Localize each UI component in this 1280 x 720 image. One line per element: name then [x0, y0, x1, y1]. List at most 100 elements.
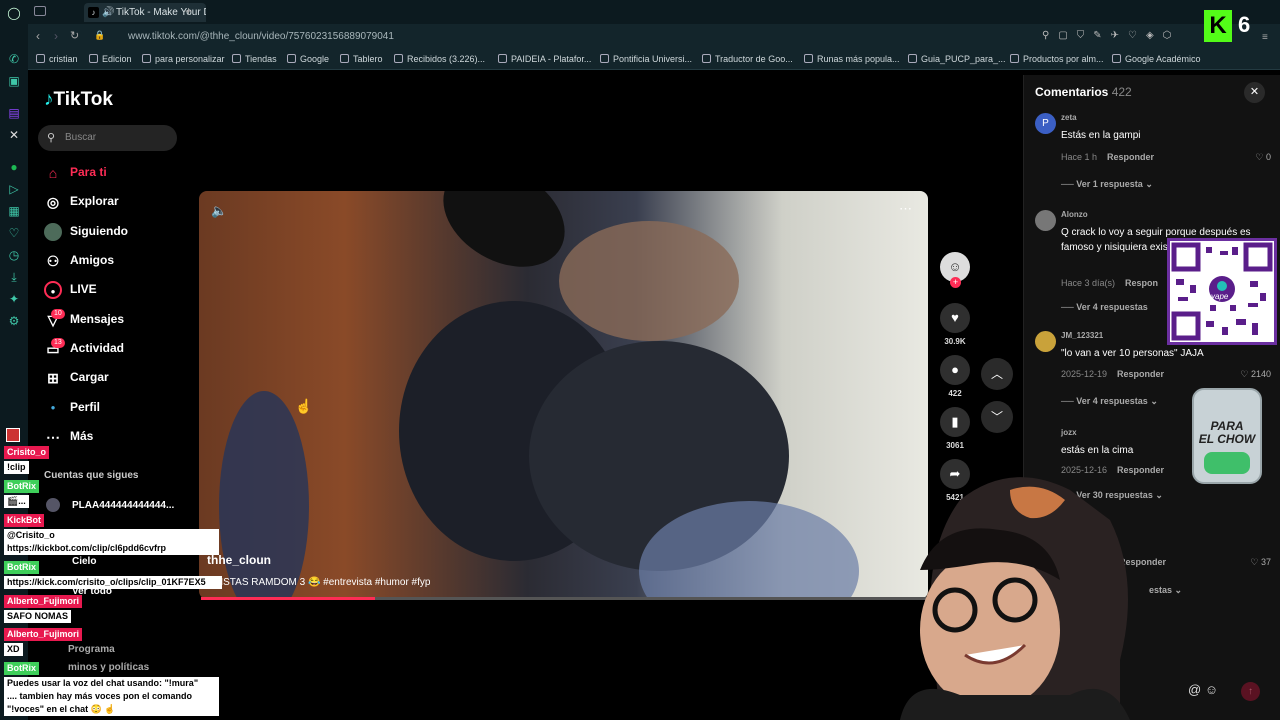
toolbar-icons[interactable]: ⚲▢⛉✎✈♡◈⬡	[1042, 30, 1180, 41]
bookmark-item[interactable]: cristian	[36, 54, 78, 64]
search-icon: ⚲	[47, 132, 56, 144]
nav-para-ti[interactable]: ⌂ Para ti	[44, 161, 107, 183]
bookmark-item[interactable]: Edicion	[89, 54, 132, 64]
opera-logo-icon[interactable]: ◯	[7, 6, 21, 20]
back-icon[interactable]: ‹	[36, 29, 40, 43]
nav-live[interactable]: ● LIVE	[44, 278, 97, 300]
play-icon[interactable]: ▷	[7, 182, 21, 196]
bookmark-item[interactable]: Pontificia Universi...	[600, 54, 692, 64]
emoji-icon[interactable]: ☺	[1205, 682, 1218, 697]
next-video-button[interactable]: ﹀	[981, 401, 1013, 433]
grid-icon[interactable]: ▦	[7, 204, 21, 218]
footer-link[interactable]: minos y políticas	[68, 662, 149, 673]
chat-avatar	[6, 428, 20, 442]
save-button[interactable]: ▮ 3061	[940, 407, 970, 450]
video-caption: EVISTAS RAMDOM 3 😂 #entrevista #humor #f…	[207, 577, 431, 588]
chat-username: BotRix	[4, 662, 39, 675]
reply-button[interactable]: Responder	[1107, 152, 1154, 162]
whatsapp-icon[interactable]: ✆	[7, 52, 21, 66]
view-replies[interactable]: ── Ver 4 respuestas	[1061, 302, 1148, 312]
tab-list-icon[interactable]	[34, 6, 46, 16]
bookmark-item[interactable]: Tablero	[340, 54, 383, 64]
extensions-icon[interactable]: ✦	[7, 292, 21, 306]
volume-icon[interactable]: 🔈	[211, 203, 227, 219]
search-input[interactable]: ⚲ Buscar	[38, 125, 177, 151]
messenger-icon[interactable]: ▣	[7, 74, 21, 88]
bookmark-item[interactable]: Runas más popula...	[804, 54, 900, 64]
chat-username: KickBot	[4, 514, 45, 527]
creator-avatar[interactable]: ☺ +	[940, 252, 970, 288]
bookmark-item[interactable]: Google	[287, 54, 329, 64]
nav-siguiendo[interactable]: Siguiendo	[44, 220, 128, 242]
plus-square-icon: ⊞	[47, 369, 59, 386]
reply-button[interactable]: Responder	[1117, 369, 1164, 379]
bookmark-item[interactable]: Tiendas	[232, 54, 277, 64]
chat-message: @Crisito_o	[4, 529, 219, 542]
more-options-icon[interactable]: ⋯	[899, 201, 912, 217]
view-replies[interactable]: ── Ver 1 respuesta ⌄	[1061, 179, 1153, 190]
bookmarks-bar: cristian Edicion para personalizar Tiend…	[28, 50, 1280, 70]
nav-mas[interactable]: ⋯ Más	[44, 425, 93, 447]
follow-plus-icon[interactable]: +	[950, 277, 961, 288]
nav-cargar[interactable]: ⊞ Cargar	[44, 366, 109, 388]
bookmark-item[interactable]: Traductor de Goo...	[702, 54, 793, 64]
reload-icon[interactable]: ↻	[70, 29, 79, 42]
donation-jar: PARA EL CHOW	[1192, 388, 1262, 484]
footer-link[interactable]: Programa	[68, 644, 115, 655]
bookmark-icon: ▮	[940, 407, 970, 437]
bookmark-item[interactable]: para personalizar	[142, 54, 225, 64]
avatar	[1035, 331, 1056, 352]
forward-icon[interactable]: ›	[54, 29, 58, 43]
bookmark-item[interactable]: Productos por alm...	[1010, 54, 1104, 64]
activity-badge: 13	[51, 338, 65, 348]
compass-icon: ◎	[46, 193, 60, 210]
chat-message: 🎬...	[4, 495, 29, 508]
bookmark-item[interactable]: PAIDEIA - Platafor...	[498, 54, 591, 64]
chat-message: SAFO NOMAS	[4, 610, 72, 623]
download-icon[interactable]: ⤓	[7, 270, 21, 284]
new-tab-icon[interactable]: +	[185, 4, 192, 18]
profile-icon: ●	[50, 402, 56, 412]
live-icon: ●	[44, 280, 62, 299]
nav-explorar[interactable]: ◎ Explorar	[44, 190, 119, 212]
twitch-icon[interactable]: ▤	[7, 106, 21, 120]
following-account[interactable]: Cielo	[72, 556, 96, 567]
bookmark-item[interactable]: Google Académico	[1112, 54, 1201, 64]
settings-icon[interactable]: ⚙	[7, 314, 21, 328]
following-header: Cuentas que sigues	[44, 470, 139, 481]
bookmark-item[interactable]: Guia_PUCP_para_...	[908, 54, 1006, 64]
previous-video-button[interactable]: ︿	[981, 358, 1013, 390]
address-bar-row: ‹ › ↻ 🔒 www.tiktok.com/@thhe_cloun/video…	[28, 24, 1280, 50]
chevron-down-icon: ﹀	[990, 410, 1003, 424]
clock-icon[interactable]: ◷	[7, 248, 21, 262]
comment-like[interactable]: ♡ 0	[1255, 152, 1271, 163]
post-comment-button[interactable]: ↑	[1241, 682, 1260, 701]
comment-button[interactable]: ● 422	[940, 355, 970, 398]
spotify-icon[interactable]: ●	[7, 160, 21, 174]
comment-icon: ●	[940, 355, 970, 385]
following-account[interactable]: PLAA444444444444...	[72, 500, 174, 511]
close-icon: ✕	[1249, 86, 1260, 98]
x-icon[interactable]: ✕	[7, 128, 21, 142]
comment-input-icons[interactable]: @ ☺	[1188, 682, 1218, 697]
chat-username: BotRix	[4, 561, 39, 574]
speaker-icon: 🔊	[102, 7, 115, 18]
kick-logo-icon: K	[1204, 10, 1232, 42]
url-field[interactable]: www.tiktok.com/@thhe_cloun/video/7576023…	[112, 28, 812, 46]
bookmark-item[interactable]: Recibidos (3.226)...	[394, 54, 485, 64]
mention-icon[interactable]: @	[1188, 682, 1201, 697]
like-button[interactable]: ♥ 30.9K	[940, 303, 970, 346]
comment-like[interactable]: ♡ 2140	[1240, 369, 1271, 380]
chat-message: Puedes usar la voz del chat usando: "!mu…	[4, 677, 219, 690]
close-comments-button[interactable]: ✕	[1244, 82, 1265, 103]
nav-amigos[interactable]: ⚇ Amigos	[44, 249, 114, 271]
heart-icon[interactable]: ♡	[7, 226, 21, 240]
video-player[interactable]: 🔈 ⋯	[199, 191, 928, 599]
comment-like[interactable]: ♡ 37	[1250, 557, 1271, 568]
view-replies[interactable]: ── Ver 4 respuestas ⌄	[1061, 396, 1158, 407]
tiktok-logo[interactable]: ♪TikTok	[44, 89, 113, 111]
reply-button[interactable]: Respon	[1125, 278, 1158, 288]
nav-perfil[interactable]: ● Perfil	[44, 396, 100, 418]
video-author[interactable]: thhe_cloun	[207, 553, 271, 567]
menu-icon[interactable]: ≡	[1262, 32, 1268, 43]
